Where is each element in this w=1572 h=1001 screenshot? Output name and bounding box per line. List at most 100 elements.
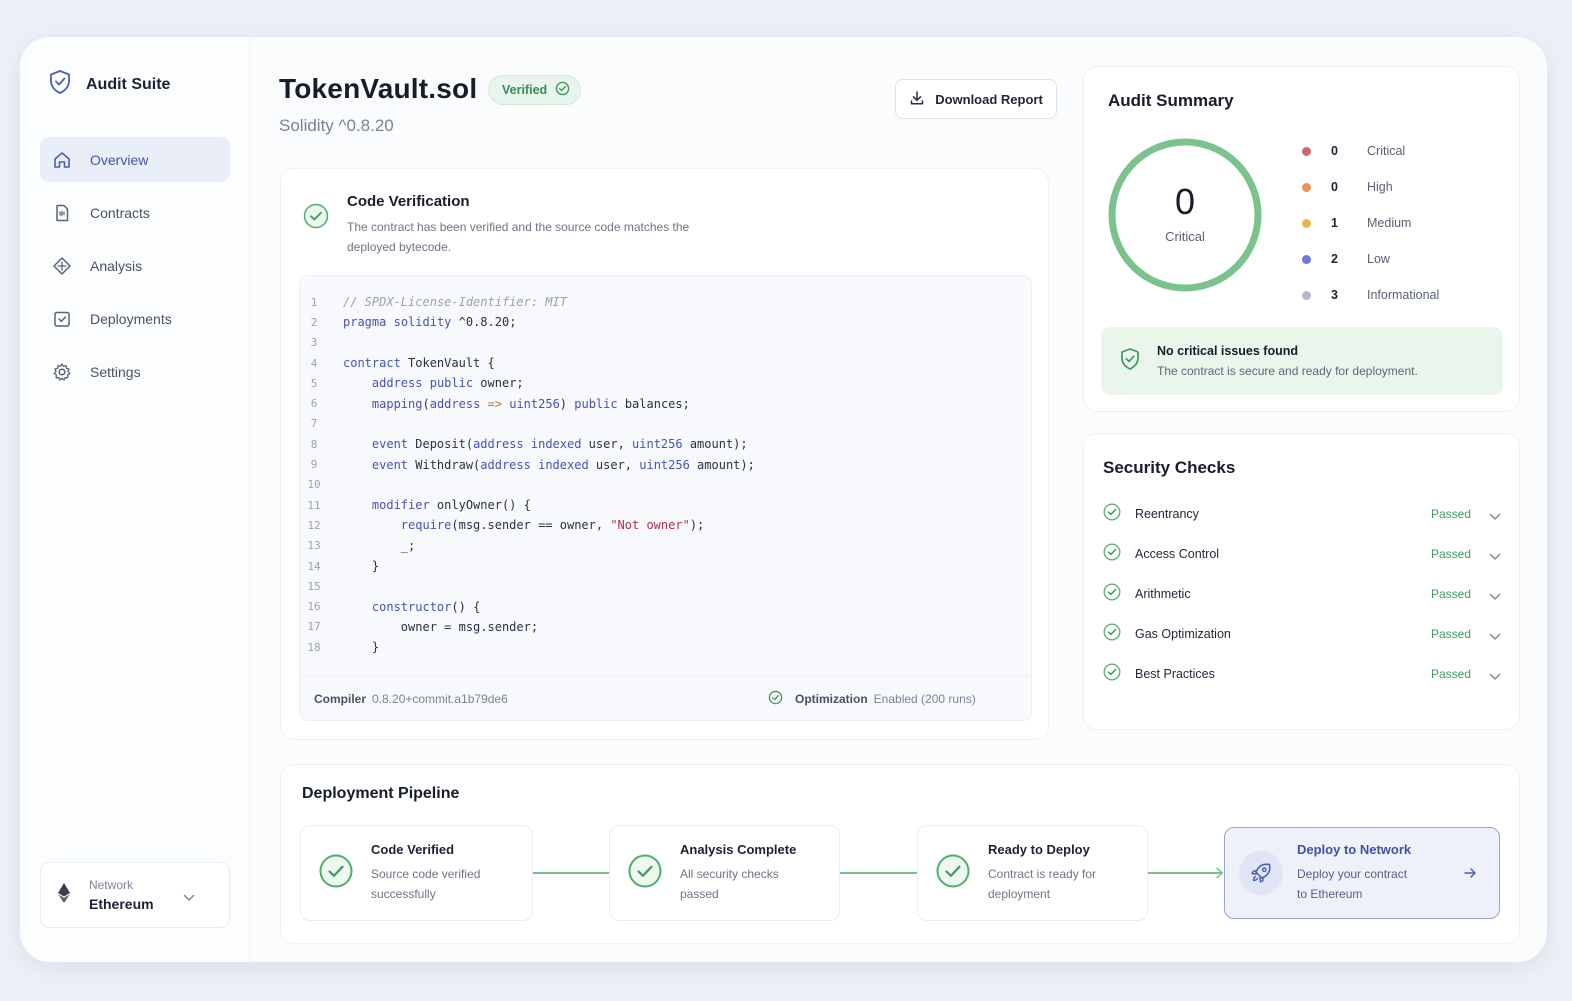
line-number: 3 bbox=[310, 336, 318, 350]
page-title: TokenVault.sol bbox=[279, 73, 478, 104]
code-verification-card: Code Verification The contract has been … bbox=[280, 168, 1049, 740]
verified-badge-label: Verified bbox=[502, 83, 548, 97]
brand-name: Audit Suite bbox=[86, 75, 171, 93]
check-circle-icon bbox=[1103, 622, 1121, 646]
deploy-to-network-button[interactable]: Deploy to Network Deploy your contract t… bbox=[1224, 827, 1500, 919]
line-number: 16 bbox=[307, 600, 321, 614]
check-row-arithmetic[interactable]: Arithmetic Passed bbox=[1103, 574, 1503, 614]
code-viewer[interactable]: 1 // SPDX-License-Identifier: MIT 2 pragma … bbox=[299, 275, 1032, 721]
verified-badge: Verified bbox=[488, 75, 582, 105]
code-text: } bbox=[343, 640, 380, 655]
sidebar-item-overview[interactable]: Overview bbox=[40, 137, 230, 182]
step-description-line: Source code verified bbox=[371, 867, 481, 881]
line-number: 2 bbox=[310, 315, 318, 329]
pipeline-title: Deployment Pipeline bbox=[302, 785, 460, 802]
step-description-line: passed bbox=[680, 887, 719, 901]
sidebar-item-deployments[interactable]: Deployments bbox=[40, 296, 230, 341]
network-selector[interactable]: Network Ethereum bbox=[40, 862, 230, 928]
chevron-down-icon bbox=[183, 889, 195, 907]
check-status: Passed bbox=[1430, 667, 1471, 681]
code-line: 3 bbox=[300, 333, 1031, 353]
code-text: owner = msg.sender; bbox=[343, 619, 539, 634]
code-text: constructor() { bbox=[371, 599, 481, 614]
severity-count: 3 bbox=[1331, 288, 1338, 302]
sidebar-nav: Overview Contracts Analysis Deployments bbox=[40, 137, 230, 402]
step-description-line: successfully bbox=[371, 887, 436, 901]
line-number: 11 bbox=[307, 498, 321, 512]
check-circle-icon bbox=[1103, 582, 1121, 606]
compiler-label: Compiler bbox=[314, 691, 367, 706]
severity-name: Medium bbox=[1367, 216, 1412, 230]
severity-count: 0 bbox=[1331, 144, 1338, 158]
code-line: 4 contract TokenVault { bbox=[300, 353, 1031, 373]
check-name: Reentrancy bbox=[1135, 507, 1199, 521]
line-number: 4 bbox=[310, 356, 318, 370]
network-label: Network bbox=[89, 878, 134, 892]
severity-name: Low bbox=[1367, 252, 1390, 266]
line-number: 13 bbox=[307, 539, 321, 553]
severity-row-medium: 1 Medium bbox=[1302, 205, 1439, 241]
check-row-reentrancy[interactable]: Reentrancy Passed bbox=[1103, 494, 1503, 534]
severity-count: 1 bbox=[1331, 216, 1338, 230]
check-row-best-practices[interactable]: Best Practices Passed bbox=[1103, 654, 1503, 694]
severity-row-critical: 0 Critical bbox=[1302, 133, 1439, 169]
pipeline-connector bbox=[533, 872, 609, 874]
code-text: require(msg.sender == owner, "Not owner"… bbox=[400, 518, 705, 533]
file-icon bbox=[52, 203, 72, 223]
code-footer: Compiler 0.8.20+commit.a1b79de6 Optimiza… bbox=[300, 676, 1031, 720]
step-title: Deploy to Network bbox=[1297, 842, 1412, 857]
check-status: Passed bbox=[1430, 547, 1471, 561]
step-description-line: Deploy your contract bbox=[1297, 867, 1408, 881]
step-description-line: Contract is ready for bbox=[988, 867, 1097, 881]
check-circle-icon bbox=[768, 690, 783, 708]
code-text: contract TokenVault { bbox=[343, 356, 495, 371]
code-line: 14 } bbox=[300, 556, 1031, 576]
check-row-gas-optimization[interactable]: Gas Optimization Passed bbox=[1103, 614, 1503, 654]
sidebar-item-label: Contracts bbox=[90, 204, 150, 221]
severity-dot bbox=[1302, 146, 1311, 156]
check-row-access-control[interactable]: Access Control Passed bbox=[1103, 534, 1503, 574]
code-line: 8 event Deposit(address indexed user, ui… bbox=[300, 434, 1031, 454]
code-line: 12 require(msg.sender == owner, "Not own… bbox=[300, 515, 1031, 535]
line-number: 9 bbox=[310, 458, 318, 472]
network-value: Ethereum bbox=[89, 896, 154, 912]
sidebar-item-contracts[interactable]: Contracts bbox=[40, 190, 230, 235]
severity-list: 0 Critical 0 High 1 Medium 2 Low 3 Infor… bbox=[1302, 133, 1439, 313]
code-line: 10 bbox=[300, 475, 1031, 495]
check-circle-icon bbox=[1103, 662, 1121, 686]
critical-count: 0 bbox=[1174, 181, 1196, 222]
code-lines: 1 // SPDX-License-Identifier: MIT 2 pragma … bbox=[300, 292, 1031, 657]
download-report-button[interactable]: Download Report bbox=[895, 79, 1057, 119]
line-number: 18 bbox=[307, 640, 321, 654]
line-number: 15 bbox=[307, 579, 321, 593]
chevron-down-icon bbox=[1489, 508, 1501, 526]
sidebar-item-label: Overview bbox=[90, 151, 149, 168]
app-window: Audit Suite Overview Contracts Analysis bbox=[20, 37, 1547, 962]
check-status: Passed bbox=[1430, 627, 1471, 641]
check-name: Best Practices bbox=[1135, 667, 1215, 681]
severity-row-informational: 3 Informational bbox=[1302, 277, 1439, 313]
check-circle-icon bbox=[1103, 542, 1121, 566]
sidebar-item-analysis[interactable]: Analysis bbox=[40, 243, 230, 288]
check-status: Passed bbox=[1430, 507, 1471, 521]
code-verification-description: The contract has been verified and the s… bbox=[347, 220, 690, 254]
pipeline-step-analysis-complete: Analysis Complete All security checks pa… bbox=[609, 825, 840, 921]
code-text: event Withdraw(address indexed user, uin… bbox=[371, 457, 755, 472]
code-text: mapping(address => uint256) public balan… bbox=[371, 396, 690, 411]
severity-dot bbox=[1302, 218, 1311, 228]
sidebar-item-settings[interactable]: Settings bbox=[40, 349, 230, 394]
severity-count: 0 bbox=[1331, 180, 1338, 194]
code-line: 7 bbox=[300, 414, 1031, 434]
line-number: 10 bbox=[307, 478, 321, 492]
severity-row-low: 2 Low bbox=[1302, 241, 1439, 277]
security-checks-card: Security Checks Reentrancy Passed Access… bbox=[1083, 433, 1520, 730]
line-number: 14 bbox=[307, 559, 321, 573]
analysis-icon bbox=[52, 256, 72, 276]
step-description: All security checks passed bbox=[680, 864, 796, 904]
severity-dot bbox=[1302, 182, 1311, 192]
severity-dot bbox=[1302, 254, 1311, 264]
step-description: Contract is ready for deployment bbox=[988, 864, 1096, 904]
check-name: Arithmetic bbox=[1135, 587, 1191, 601]
